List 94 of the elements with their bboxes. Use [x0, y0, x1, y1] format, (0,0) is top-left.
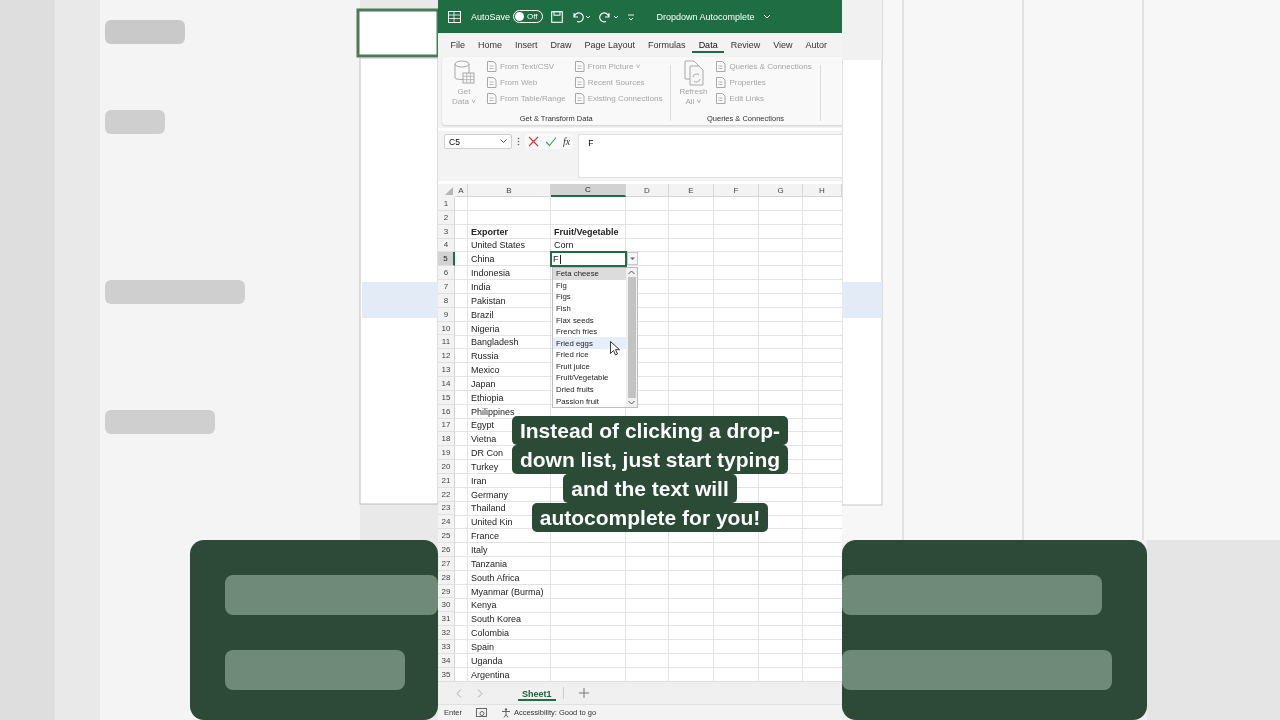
ribbon-tab[interactable]: Page Layout [578, 37, 642, 53]
cell-text: Japan [471, 378, 496, 389]
row-header[interactable]: 24 [438, 515, 455, 530]
scroll-down-icon[interactable] [628, 400, 635, 405]
ribbon-tab[interactable]: Data [692, 37, 725, 53]
cell-text: DR Con [471, 448, 503, 459]
ribbon-tab[interactable]: Insert [508, 37, 545, 53]
ribbon-tab[interactable]: View [766, 37, 799, 53]
row-header[interactable]: 18 [438, 432, 455, 447]
cell-text: Fruit/Vegetable [554, 226, 619, 237]
cell-text: Spain [471, 641, 495, 652]
ribbon-tab[interactable]: File [444, 37, 472, 53]
cell-text: China [471, 254, 495, 265]
caret-icon[interactable] [500, 139, 507, 144]
cell-text: Argentina [471, 669, 510, 680]
row-header[interactable]: 12 [438, 349, 455, 364]
cell-text: India [471, 282, 491, 292]
row-header[interactable]: 1 [438, 197, 455, 211]
row-header[interactable]: 11 [438, 335, 455, 350]
cell-text: Myanmar (Burma) [471, 586, 544, 597]
previous-sheet-icon[interactable] [456, 688, 462, 698]
macro-icon[interactable] [475, 707, 487, 718]
customize-icon[interactable] [626, 11, 635, 22]
row-header[interactable]: 26 [438, 543, 455, 557]
cell-input[interactable]: F [551, 252, 626, 267]
document-title[interactable]: Dropdown Autocomplete [656, 11, 755, 22]
column-header[interactable]: D [626, 184, 669, 197]
scroll-up-icon[interactable] [628, 270, 635, 275]
row-header[interactable]: 13 [438, 363, 455, 377]
save-icon[interactable] [550, 10, 563, 23]
row-header[interactable]: 7 [438, 280, 455, 294]
cell-text: Kenya [471, 600, 497, 611]
accessibility-icon[interactable] [500, 707, 511, 718]
cell-text: France [471, 531, 499, 542]
row-header[interactable]: 30 [438, 598, 455, 613]
cell-text: Colombia [471, 628, 510, 639]
cell-text: Exporter [471, 226, 508, 237]
add-sheet-icon[interactable] [578, 688, 589, 698]
row-header[interactable]: 25 [438, 529, 455, 544]
cell-text: United Kin [471, 517, 513, 528]
row-header[interactable]: 6 [438, 266, 455, 281]
cell-text: Uganda [471, 655, 503, 666]
ribbon-tab[interactable]: Autor [799, 37, 834, 53]
row-header[interactable]: 19 [438, 446, 455, 461]
column-header[interactable]: A [455, 184, 468, 197]
cell-text: Brazil [471, 309, 494, 320]
sheet-tab[interactable]: Sheet1 [518, 685, 556, 701]
cell-text: Ethiopia [471, 392, 504, 403]
cell-text: Corn [554, 240, 574, 251]
column-header[interactable]: G [759, 184, 803, 197]
ribbon-tab[interactable]: Draw [544, 37, 579, 53]
next-sheet-icon[interactable] [477, 688, 483, 698]
mouse-pointer-icon [610, 341, 620, 356]
formula-input[interactable]: F [578, 134, 842, 178]
undo-icon[interactable] [570, 10, 591, 23]
insert-function-button[interactable]: fx [563, 136, 571, 147]
cell-text: Vietna [471, 434, 497, 445]
ribbon-tab[interactable]: Formulas [641, 37, 693, 53]
column-header[interactable]: E [669, 184, 714, 197]
row-header[interactable]: 32 [438, 626, 455, 640]
cell-text: Tanzania [471, 558, 508, 569]
row-header[interactable]: 31 [438, 612, 455, 627]
spreadsheet-icon[interactable] [448, 10, 461, 23]
cell-text: Russia [471, 351, 499, 362]
cell-text: Iran [471, 475, 487, 486]
cell-text: South Korea [471, 614, 522, 625]
cell-text: Thailand [471, 503, 506, 514]
cell-text: United States [471, 240, 526, 251]
cell-text: Nigeria [471, 323, 500, 334]
select-all-icon[interactable] [445, 187, 453, 195]
scrollbar-thumb[interactable] [627, 277, 636, 398]
row-header[interactable]: 5 [438, 252, 455, 267]
cell-text: Germany [471, 489, 508, 500]
ribbon-tab[interactable]: Home [471, 37, 509, 53]
cell-text: Mexico [471, 365, 500, 376]
cell-text: South Africa [471, 572, 520, 583]
cancel-icon[interactable] [528, 136, 539, 147]
name-box[interactable]: C5 [444, 134, 512, 149]
cell-text: Bangladesh [471, 337, 519, 348]
cell-text: Indonesia [471, 268, 511, 279]
cell-text: Egypt [471, 420, 494, 431]
cell-text: Italy [471, 545, 488, 555]
column-header[interactable]: C [551, 184, 626, 197]
cell-text: Pakistan [471, 295, 506, 306]
cell-text: Philippines [471, 406, 515, 417]
row-header[interactable]: 20 [438, 460, 455, 474]
cell-text: Turkey [471, 461, 499, 472]
caret-icon[interactable] [762, 13, 771, 20]
column-header[interactable]: F [714, 184, 759, 197]
row-header[interactable]: 33 [438, 640, 455, 654]
ribbon-tab[interactable]: Review [724, 37, 767, 53]
redo-icon[interactable] [598, 10, 619, 23]
autosave-label: AutoSave [471, 11, 511, 22]
check-icon[interactable] [545, 136, 557, 147]
